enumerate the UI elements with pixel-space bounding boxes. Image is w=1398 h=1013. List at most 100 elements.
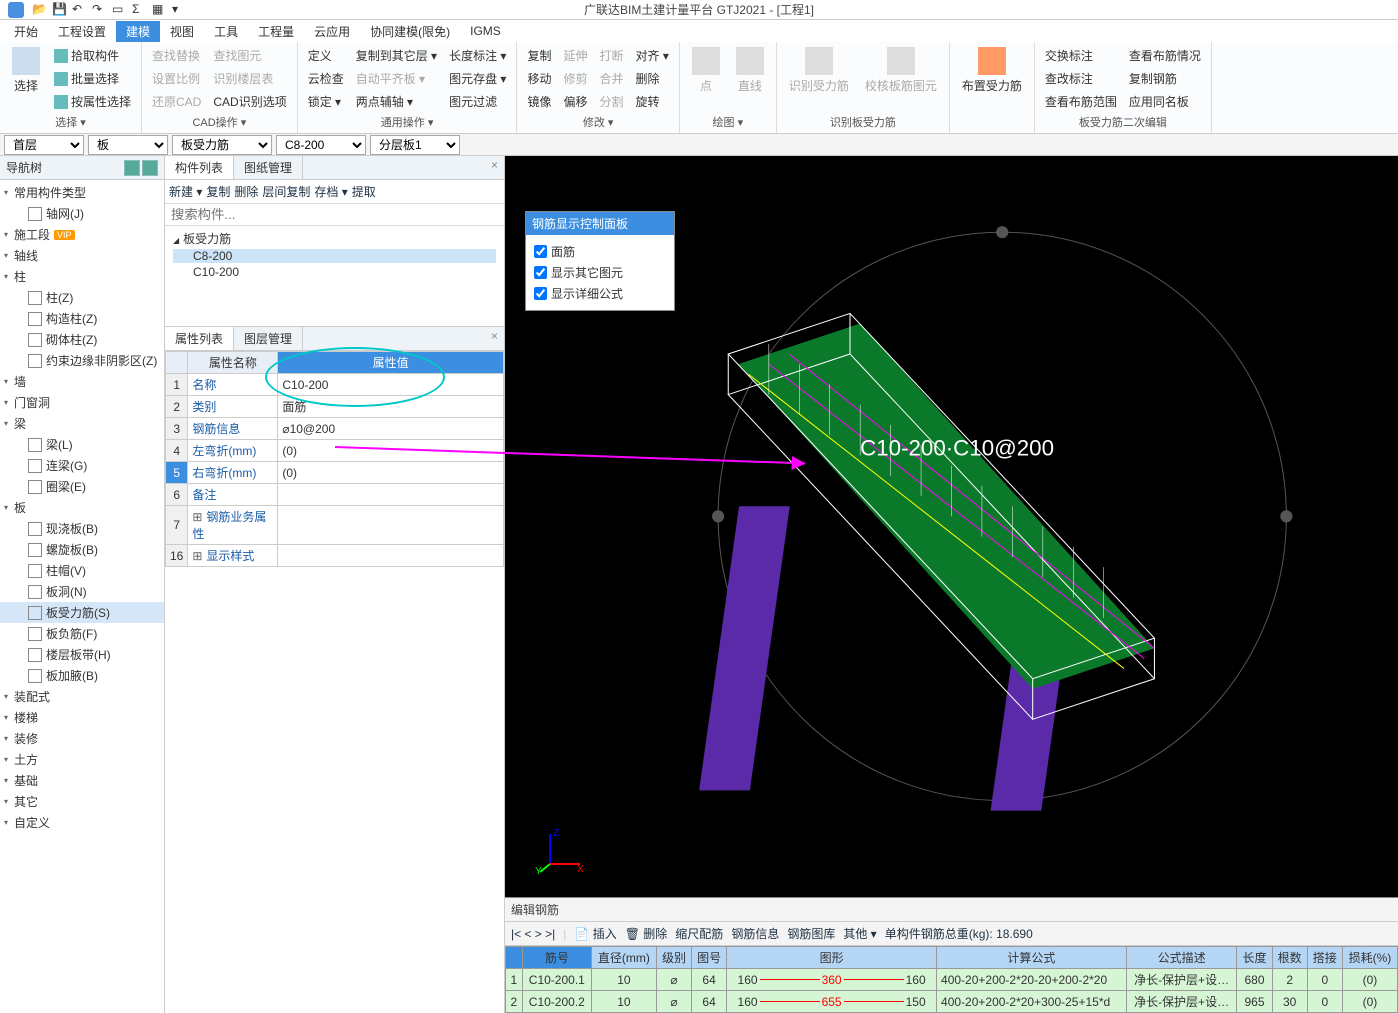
menu-modeling[interactable]: 建模: [116, 21, 160, 42]
nav-item[interactable]: 螺旋板(B): [0, 539, 164, 560]
nav-category[interactable]: 梁: [0, 413, 164, 434]
move-button[interactable]: 移动: [523, 68, 555, 89]
prop-name[interactable]: 类别: [188, 396, 278, 418]
nav-item[interactable]: 轴网(J): [0, 203, 164, 224]
group-label-general[interactable]: 通用操作 ▾: [304, 112, 511, 130]
prop-value[interactable]: [278, 484, 504, 506]
prop-value[interactable]: [278, 545, 504, 567]
group-label-cad[interactable]: CAD操作 ▾: [148, 112, 291, 130]
select-button[interactable]: 选择: [6, 45, 46, 112]
nav-category[interactable]: 装配式: [0, 686, 164, 707]
rebar-rownum[interactable]: 1: [506, 969, 523, 991]
nav-item[interactable]: 板负筋(F): [0, 623, 164, 644]
prop-value[interactable]: C10-200: [278, 374, 504, 396]
nav-item[interactable]: 圈梁(E): [0, 476, 164, 497]
prop-name[interactable]: 钢筋信息: [188, 418, 278, 440]
menu-collab[interactable]: 协同建模(限免): [360, 21, 460, 42]
rotate-button[interactable]: 旋转: [631, 91, 672, 112]
copy-to-floor-button[interactable]: 复制到其它层 ▾: [352, 45, 441, 66]
rebar-length[interactable]: 680: [1237, 969, 1272, 991]
nav-category[interactable]: 常用构件类型: [0, 182, 164, 203]
prop-rownum[interactable]: 7: [166, 506, 188, 545]
comp-child-c10[interactable]: C10-200: [173, 265, 496, 279]
nav-item[interactable]: 柱帽(V): [0, 560, 164, 581]
list-view-icon[interactable]: [124, 160, 140, 176]
cad-options-button[interactable]: CAD识别选项: [209, 91, 290, 112]
prop-name[interactable]: 右弯折(mm): [188, 462, 278, 484]
prop-name[interactable]: 钢筋业务属性: [188, 506, 278, 545]
rebar-count[interactable]: 30: [1272, 991, 1307, 1013]
nav-category[interactable]: 基础: [0, 770, 164, 791]
rebar-formula[interactable]: 400-20+200-2*20+300-25+15*d: [937, 991, 1127, 1013]
group-label-modify[interactable]: 修改 ▾: [523, 112, 672, 130]
table-icon[interactable]: ▦: [152, 2, 168, 18]
prop-rownum[interactable]: 1: [166, 374, 188, 396]
nav-item[interactable]: 板加腋(B): [0, 665, 164, 686]
rebar-lap[interactable]: 0: [1307, 969, 1342, 991]
nav-category[interactable]: 楼梯: [0, 707, 164, 728]
rebar-info-button[interactable]: 钢筋信息: [731, 925, 779, 942]
nav-buttons[interactable]: |< < > >|: [511, 927, 555, 941]
element-save-button[interactable]: 图元存盘 ▾: [445, 68, 510, 89]
spec-select[interactable]: C8-200: [276, 135, 366, 155]
nav-category[interactable]: 其它: [0, 791, 164, 812]
cloud-check-button[interactable]: 云检查: [304, 68, 348, 89]
rebar-shape[interactable]: 160655150: [727, 991, 937, 1013]
define-button[interactable]: 定义: [304, 45, 348, 66]
nav-item[interactable]: 构造柱(Z): [0, 308, 164, 329]
extract-button[interactable]: 提取: [352, 183, 376, 200]
menu-start[interactable]: 开始: [4, 21, 48, 42]
length-dim-button[interactable]: 长度标注 ▾: [445, 45, 510, 66]
prop-rownum[interactable]: 5: [166, 462, 188, 484]
rebar-formula[interactable]: 400-20+200-2*20-20+200-2*20: [937, 969, 1127, 991]
tree-view-icon[interactable]: [142, 160, 158, 176]
batch-select-button[interactable]: 批量选择: [50, 68, 135, 89]
swap-dim-button[interactable]: 交换标注: [1041, 45, 1121, 66]
edit-dim-button[interactable]: 查改标注: [1041, 68, 1121, 89]
apply-samename-button[interactable]: 应用同名板: [1125, 91, 1205, 112]
nav-category[interactable]: 施工段 VIP: [0, 224, 164, 245]
view-3d[interactable]: C10-200·C10@200 钢筋显示控制面板 面筋 显示其它图元 显示详细公…: [505, 156, 1398, 897]
prop-rownum[interactable]: 6: [166, 484, 188, 506]
nav-category[interactable]: 墙: [0, 371, 164, 392]
rebar-lib-button[interactable]: 钢筋图库: [787, 925, 835, 942]
nav-category[interactable]: 轴线: [0, 245, 164, 266]
two-point-axis-button[interactable]: 两点辅轴 ▾: [352, 91, 441, 112]
group-label-select[interactable]: 选择 ▾: [6, 112, 135, 130]
prop-value[interactable]: 面筋: [278, 396, 504, 418]
rebar-level[interactable]: ⌀: [656, 969, 691, 991]
group-label-draw[interactable]: 绘图 ▾: [686, 112, 770, 130]
rebar-level[interactable]: ⌀: [656, 991, 691, 1013]
lock-button[interactable]: 锁定 ▾: [304, 91, 348, 112]
nav-item[interactable]: 连梁(G): [0, 455, 164, 476]
select-by-prop-button[interactable]: 按属性选择: [50, 91, 135, 112]
delete-row-button[interactable]: 🗑 删除: [625, 925, 668, 942]
rebar-desc[interactable]: 净长-保护层+设…: [1126, 991, 1237, 1013]
type-select[interactable]: 板受力筋: [172, 135, 272, 155]
rebar-diameter[interactable]: 10: [591, 969, 656, 991]
element-filter-button[interactable]: 图元过滤: [445, 91, 510, 112]
opt-show-other[interactable]: 显示其它图元: [534, 262, 666, 283]
menu-igms[interactable]: IGMS: [460, 22, 511, 40]
sum-icon[interactable]: Σ: [132, 2, 148, 18]
menu-quantity[interactable]: 工程量: [248, 21, 304, 42]
nav-category[interactable]: 板: [0, 497, 164, 518]
nav-category[interactable]: 柱: [0, 266, 164, 287]
new-button[interactable]: 新建 ▾: [169, 183, 202, 200]
settings-icon[interactable]: ▾: [172, 2, 188, 18]
opt-facerebar[interactable]: 面筋: [534, 241, 666, 262]
menu-cloud[interactable]: 云应用: [304, 21, 360, 42]
prop-name[interactable]: 备注: [188, 484, 278, 506]
rebar-id[interactable]: C10-200.2: [522, 991, 591, 1013]
tab-component-list[interactable]: 构件列表: [165, 156, 234, 179]
prop-value[interactable]: ⌀10@200: [278, 418, 504, 440]
rebar-count[interactable]: 2: [1272, 969, 1307, 991]
close-panel-icon[interactable]: ×: [485, 156, 504, 179]
rebar-desc[interactable]: 净长-保护层+设…: [1126, 969, 1237, 991]
rebar-length[interactable]: 965: [1237, 991, 1272, 1013]
nav-item[interactable]: 现浇板(B): [0, 518, 164, 539]
nav-item[interactable]: 梁(L): [0, 434, 164, 455]
nav-category[interactable]: 门窗洞: [0, 392, 164, 413]
undo-icon[interactable]: ↶: [72, 2, 88, 18]
layer-select[interactable]: 分层板1: [370, 135, 460, 155]
